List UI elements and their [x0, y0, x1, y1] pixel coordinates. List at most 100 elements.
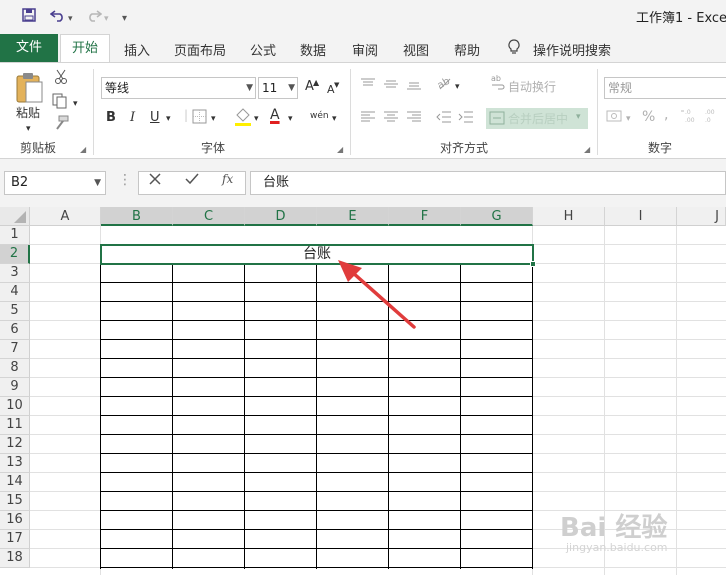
more-options-icon[interactable]: ⋮ — [118, 172, 132, 188]
merge-center-button[interactable]: 合并后居中 ▾ — [486, 108, 588, 129]
row-header-17[interactable]: 17 — [0, 530, 30, 549]
column-header-a[interactable]: A — [30, 207, 101, 226]
format-painter-icon[interactable] — [53, 115, 69, 135]
enter-icon[interactable] — [185, 173, 199, 189]
wrap-text-button[interactable]: 自动换行 — [508, 79, 556, 95]
fill-color-icon[interactable] — [234, 107, 252, 131]
top-align-icon[interactable] — [360, 77, 376, 95]
bold-button[interactable]: B — [106, 110, 116, 126]
align-left-icon[interactable] — [360, 111, 376, 127]
underline-dropdown-icon[interactable]: ▾ — [166, 111, 171, 127]
orientation-icon[interactable]: ab — [436, 75, 454, 95]
row-header-3[interactable]: 3 — [0, 264, 30, 283]
row-header-12[interactable]: 12 — [0, 435, 30, 454]
insert-function-button[interactable]: fx — [222, 172, 233, 186]
alignment-launcher-icon[interactable]: ◢ — [584, 145, 590, 154]
align-right-icon[interactable] — [406, 111, 422, 127]
tab-review[interactable]: 审阅 — [352, 40, 378, 59]
tab-page-layout[interactable]: 页面布局 — [174, 40, 226, 59]
row-header-7[interactable]: 7 — [0, 340, 30, 359]
wrap-text-icon[interactable]: ab — [490, 73, 506, 95]
italic-button[interactable]: I — [130, 110, 135, 126]
row-header-10[interactable]: 10 — [0, 397, 30, 416]
row-header-6[interactable]: 6 — [0, 321, 30, 340]
increase-decimal-icon[interactable]: .0.00 — [680, 107, 698, 129]
paste-dropdown-icon[interactable]: ▾ — [26, 121, 31, 137]
row-header-5[interactable]: 5 — [0, 302, 30, 321]
borders-dropdown-icon[interactable]: ▾ — [211, 111, 216, 127]
font-launcher-icon[interactable]: ◢ — [337, 145, 343, 154]
decrease-indent-icon[interactable] — [436, 111, 452, 127]
align-center-icon[interactable] — [383, 111, 399, 127]
select-all-button[interactable] — [0, 207, 30, 226]
column-header-i[interactable]: I — [605, 207, 677, 226]
row-header-13[interactable]: 13 — [0, 454, 30, 473]
borders-icon[interactable] — [192, 109, 207, 128]
tab-formulas[interactable]: 公式 — [250, 40, 276, 59]
redo-icon[interactable] — [86, 8, 103, 27]
tab-view[interactable]: 视图 — [403, 40, 429, 59]
merge-dropdown-icon[interactable]: ▾ — [576, 112, 581, 122]
fill-handle[interactable] — [530, 261, 536, 267]
number-format-select[interactable]: 常规 — [604, 77, 726, 99]
underline-button[interactable]: U — [150, 110, 160, 126]
column-header-f[interactable]: F — [389, 207, 461, 226]
column-header-j[interactable]: J — [677, 207, 726, 226]
column-header-g[interactable]: G — [461, 207, 533, 226]
undo-dropdown-icon[interactable]: ▾ — [68, 10, 73, 28]
row-header-2[interactable]: 2 — [0, 245, 30, 264]
row-header-8[interactable]: 8 — [0, 359, 30, 378]
phonetic-guide-button[interactable]: wén — [310, 108, 329, 124]
font-size-select[interactable]: 11 ▼ — [258, 77, 298, 99]
spreadsheet-grid[interactable]: A B C D E F G H I J 1 2 3 4 5 6 7 8 9 10… — [0, 207, 726, 575]
accounting-format-icon[interactable] — [606, 109, 624, 127]
column-header-e[interactable]: E — [317, 207, 389, 226]
row-header-1[interactable]: 1 — [0, 226, 30, 245]
customize-quick-access-icon[interactable]: ▾ — [122, 10, 127, 28]
row-header-14[interactable]: 14 — [0, 473, 30, 492]
column-header-d[interactable]: D — [245, 207, 317, 226]
column-header-b[interactable]: B — [101, 207, 173, 226]
redo-dropdown-icon[interactable]: ▾ — [104, 10, 109, 28]
clipboard-launcher-icon[interactable]: ◢ — [80, 145, 86, 154]
row-header-9[interactable]: 9 — [0, 378, 30, 397]
tell-me-search[interactable]: 操作说明搜索 — [533, 40, 611, 59]
tab-home[interactable]: 开始 — [60, 34, 110, 63]
orientation-dropdown-icon[interactable]: ▾ — [455, 79, 460, 95]
copy-dropdown-icon[interactable]: ▾ — [73, 96, 78, 112]
tab-help[interactable]: 帮助 — [454, 40, 480, 59]
font-color-button[interactable]: A — [270, 107, 280, 123]
paste-button[interactable]: 粘贴 — [16, 105, 40, 121]
comma-style-icon[interactable]: , — [664, 107, 668, 123]
copy-icon[interactable] — [52, 93, 68, 113]
cancel-icon[interactable] — [149, 173, 161, 189]
save-icon[interactable] — [22, 8, 36, 27]
tab-data[interactable]: 数据 — [300, 40, 326, 59]
tab-insert[interactable]: 插入 — [124, 40, 150, 59]
row-header-18[interactable]: 18 — [0, 549, 30, 568]
column-header-h[interactable]: H — [533, 207, 605, 226]
middle-align-icon[interactable] — [383, 77, 399, 95]
row-header-4[interactable]: 4 — [0, 283, 30, 302]
row-header-15[interactable]: 15 — [0, 492, 30, 511]
fill-color-dropdown-icon[interactable]: ▾ — [254, 111, 259, 127]
lightbulb-icon[interactable] — [508, 39, 520, 59]
phonetic-dropdown-icon[interactable]: ▾ — [332, 111, 337, 127]
column-header-c[interactable]: C — [173, 207, 245, 226]
font-color-dropdown-icon[interactable]: ▾ — [288, 111, 293, 127]
undo-icon[interactable] — [49, 8, 66, 27]
tab-file[interactable]: 文件 — [0, 34, 58, 62]
decrease-decimal-icon[interactable]: .00.0 — [702, 107, 720, 129]
percent-button[interactable]: % — [642, 109, 655, 125]
name-box[interactable]: B2 ▼ — [4, 171, 106, 195]
row-header-16[interactable]: 16 — [0, 511, 30, 530]
row-header-11[interactable]: 11 — [0, 416, 30, 435]
font-name-select[interactable]: 等线 ▼ — [101, 77, 256, 99]
bottom-align-icon[interactable] — [406, 77, 422, 95]
increase-indent-icon[interactable] — [458, 111, 474, 127]
accounting-dropdown-icon[interactable]: ▾ — [626, 111, 631, 127]
paste-icon[interactable] — [14, 71, 44, 107]
cut-icon[interactable] — [54, 69, 68, 89]
formula-input[interactable]: 台账 — [250, 171, 726, 195]
chevron-down-icon[interactable]: ▼ — [94, 172, 101, 194]
